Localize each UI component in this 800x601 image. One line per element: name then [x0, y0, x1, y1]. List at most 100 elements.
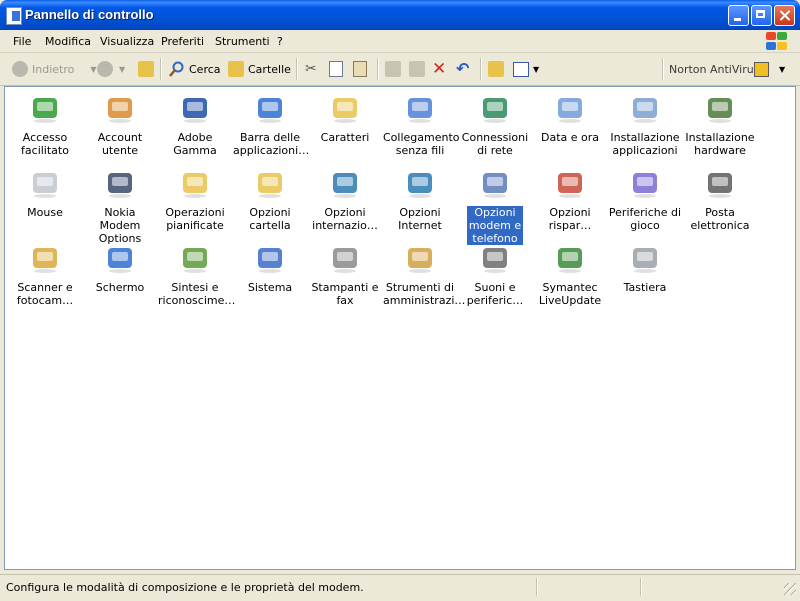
control-panel-item[interactable]: Mouse: [7, 166, 83, 219]
control-panel-item[interactable]: Periferiche di gioco: [607, 166, 683, 232]
mail-icon: [703, 166, 737, 200]
up-folder-button[interactable]: [138, 59, 158, 79]
back-arrow-icon: [12, 61, 28, 77]
item-label: Strumenti di amministrazi…: [383, 281, 466, 307]
item-label: Connessioni di rete: [461, 131, 529, 157]
folders-icon: [228, 61, 244, 77]
control-panel-item[interactable]: Sistema: [232, 241, 308, 294]
menu-strumenti[interactable]: Strumenti: [215, 35, 270, 48]
close-button[interactable]: [774, 5, 795, 26]
item-label: Collegamento senza fili: [383, 131, 460, 157]
item-label: Suoni e periferic…: [466, 281, 524, 307]
control-panel-item[interactable]: Opzioni Internet: [382, 166, 458, 232]
resize-grip[interactable]: [784, 583, 796, 595]
copy-to-button[interactable]: [409, 59, 429, 79]
item-label: Opzioni rispar…: [548, 206, 592, 232]
menu-preferiti[interactable]: Preferiti: [161, 35, 204, 48]
control-panel-item[interactable]: Opzioni modem e telefono: [457, 166, 533, 245]
control-panel-item[interactable]: Operazioni pianificate: [157, 166, 233, 232]
control-panel-item[interactable]: Stampanti e fax: [307, 241, 383, 307]
internet-globe-icon: [403, 166, 437, 200]
control-panel-item[interactable]: Symantec LiveUpdate: [532, 241, 608, 307]
control-panel-item[interactable]: Sintesi e riconoscime…: [157, 241, 236, 307]
item-label: Installazione hardware: [685, 131, 755, 157]
menu-modifica[interactable]: Modifica: [45, 35, 91, 48]
window-title: Pannello di controllo: [25, 7, 154, 22]
status-separator: [640, 578, 642, 596]
control-panel-item[interactable]: Installazione hardware: [682, 91, 758, 157]
control-panel-item[interactable]: Scanner e fotocam…: [7, 241, 83, 307]
move-to-icon: [385, 61, 401, 77]
item-label: Adobe Gamma: [173, 131, 217, 157]
back-dropdown-icon: ▼: [90, 64, 97, 74]
control-panel-item[interactable]: Tastiera: [607, 241, 683, 294]
paste-button[interactable]: [353, 59, 371, 79]
status-text: Configura le modalità di composizione e …: [6, 581, 364, 594]
maximize-button[interactable]: [751, 5, 772, 26]
control-panel-item[interactable]: Accesso facilitato: [7, 91, 83, 157]
network-globe-icon: [478, 91, 512, 125]
menu-file[interactable]: File: [13, 35, 31, 48]
item-label: Operazioni pianificate: [165, 206, 225, 232]
item-label: Stampanti e fax: [311, 281, 379, 307]
minimize-button[interactable]: [728, 5, 749, 26]
control-panel-item[interactable]: Opzioni cartella: [232, 166, 308, 232]
control-panel-item[interactable]: Connessioni di rete: [457, 91, 533, 157]
toolbar-separator: [662, 58, 664, 80]
item-label: Opzioni internazio…: [312, 206, 378, 232]
folder-options-icon: [253, 166, 287, 200]
back-button[interactable]: Indietro ▼: [12, 59, 97, 79]
delete-button[interactable]: ✕: [432, 59, 452, 79]
control-panel-item[interactable]: Opzioni rispar…: [532, 166, 608, 232]
forward-button[interactable]: ▼: [97, 59, 125, 79]
menu-help[interactable]: ?: [277, 35, 283, 48]
search-label: Cerca: [189, 62, 221, 76]
status-bar: Configura le modalità di composizione e …: [0, 574, 800, 601]
move-to-button[interactable]: [385, 59, 405, 79]
delete-x-icon: ✕: [432, 59, 447, 79]
control-panel-item[interactable]: Collegamento senza fili: [382, 91, 460, 157]
control-panel-item[interactable]: Caratteri: [307, 91, 383, 144]
item-label: Barra delle applicazioni…: [233, 131, 310, 157]
control-panel-item[interactable]: Strumenti di amministrazi…: [382, 241, 466, 307]
item-label: Tastiera: [623, 281, 667, 294]
cut-icon: ✂: [305, 61, 317, 77]
hardware-icon: [703, 91, 737, 125]
undo-button[interactable]: ↶: [456, 59, 476, 79]
item-label: Sistema: [247, 281, 293, 294]
title-bar[interactable]: Pannello di controllo: [0, 0, 800, 30]
cut-button[interactable]: ✂: [305, 59, 325, 79]
control-panel-item[interactable]: Account utente: [82, 91, 158, 157]
item-label: Sintesi e riconoscime…: [158, 281, 236, 307]
menu-visualizza[interactable]: Visualizza: [100, 35, 154, 48]
menu-bar: File Modifica Visualizza Preferiti Strum…: [0, 30, 800, 53]
norton-antivirus-label[interactable]: Norton AntiVirus: [669, 63, 759, 76]
control-panel-item[interactable]: Suoni e periferic…: [457, 241, 533, 307]
wireless-laptop-icon: [403, 91, 437, 125]
folder-view-button[interactable]: [488, 59, 508, 79]
printer-icon: [328, 241, 362, 275]
control-panel-item[interactable]: Installazione applicazioni: [607, 91, 683, 157]
views-button[interactable]: ▼: [513, 59, 539, 79]
norton-icon: [754, 61, 769, 77]
control-panel-item[interactable]: Posta elettronica: [682, 166, 758, 232]
control-panel-item[interactable]: Opzioni internazio…: [307, 166, 383, 232]
undo-icon: ↶: [456, 59, 470, 78]
taskbar-icon: [253, 91, 287, 125]
paste-icon: [353, 61, 367, 77]
users-icon: [103, 91, 137, 125]
folders-button[interactable]: Cartelle: [228, 59, 291, 79]
back-label: Indietro: [32, 62, 75, 76]
windows-logo-icon: [765, 31, 789, 51]
search-button[interactable]: Cerca: [169, 59, 221, 79]
power-plug-icon: [553, 166, 587, 200]
scanner-camera-icon: [28, 241, 62, 275]
control-panel-item[interactable]: Adobe Gamma: [157, 91, 233, 157]
copy-button[interactable]: [329, 59, 347, 79]
norton-button[interactable]: ▼: [754, 59, 785, 79]
control-panel-item[interactable]: Nokia Modem Options: [82, 166, 158, 245]
control-panel-item[interactable]: Schermo: [82, 241, 158, 294]
control-panel-item[interactable]: Data e ora: [532, 91, 608, 144]
forward-dropdown-icon: ▼: [119, 64, 126, 74]
control-panel-item[interactable]: Barra delle applicazioni…: [232, 91, 310, 157]
